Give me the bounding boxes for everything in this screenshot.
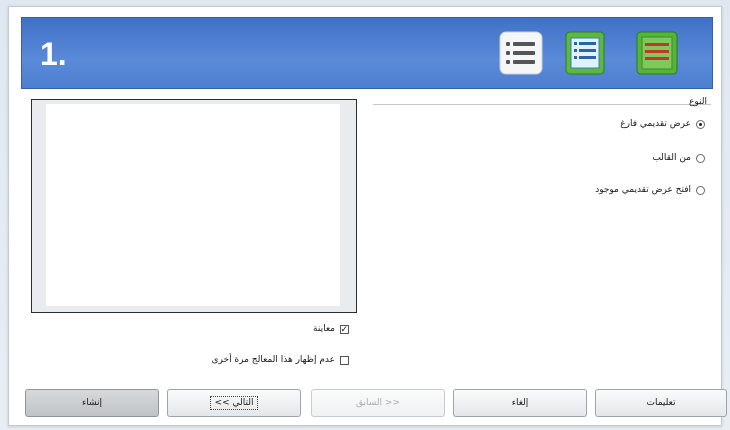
preview-pane <box>31 99 357 313</box>
presentation-wizard-dialog: 1. النوع عرض تقديمي فارغ من القالب افتح … <box>8 6 727 426</box>
preview-canvas <box>46 104 340 306</box>
radio-label: عرض تقديمي فارغ <box>620 119 691 129</box>
radio-empty-presentation[interactable]: عرض تقديمي فارغ <box>620 119 705 129</box>
checkbox-dont-show-again[interactable]: عدم إظهار هذا المعالج مرة أخرى <box>211 355 349 365</box>
step-number: 1. <box>40 36 67 72</box>
checkbox-preview[interactable]: ✓ معاينة <box>313 324 349 334</box>
bulleted-list-icon <box>498 30 544 76</box>
checkbox-label: عدم إظهار هذا المعالج مرة أخرى <box>211 355 336 365</box>
next-button[interactable]: التالي >> <box>167 389 301 417</box>
dont-show-checkbox[interactable] <box>340 355 349 365</box>
radio-button[interactable] <box>696 153 705 163</box>
radio-from-template[interactable]: من القالب <box>652 153 705 163</box>
preview-checkbox[interactable]: ✓ <box>340 324 349 334</box>
radio-label: من القالب <box>652 153 691 163</box>
checkbox-label: معاينة <box>313 324 335 334</box>
outline-icon <box>562 30 608 76</box>
wizard-header: 1. <box>21 17 713 89</box>
radio-label: افتح عرض تقديمي موجود <box>595 185 691 195</box>
radio-button[interactable] <box>696 185 705 195</box>
type-group-label: النوع <box>689 97 707 107</box>
radio-button-selected[interactable] <box>696 119 705 129</box>
help-button[interactable]: تعليمات <box>595 389 727 417</box>
cancel-button[interactable]: إلغاء <box>453 389 587 417</box>
back-button[interactable]: << السابق <box>311 389 445 417</box>
type-group-divider <box>373 104 711 105</box>
finish-button[interactable]: إنشاء <box>25 389 159 417</box>
radio-open-existing[interactable]: افتح عرض تقديمي موجود <box>595 185 705 195</box>
next-button-label: التالي >> <box>209 396 259 410</box>
notes-icon <box>634 30 680 76</box>
